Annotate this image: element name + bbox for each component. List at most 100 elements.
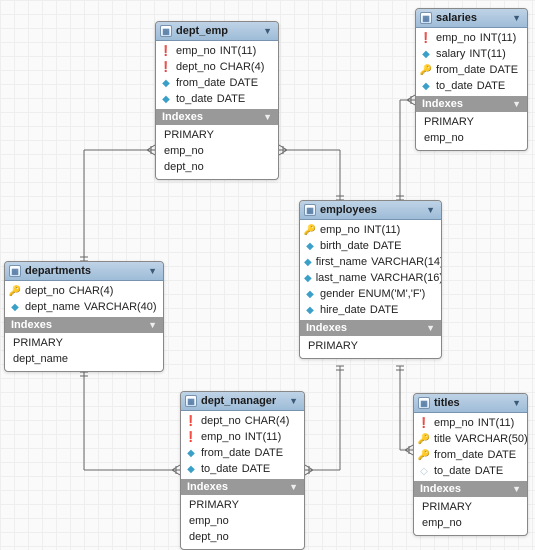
column-type-icon: ❗ — [420, 33, 432, 44]
column-name: from_date — [201, 447, 251, 459]
column-type-icon: ◆ — [304, 257, 312, 268]
column-name: emp_no — [320, 224, 360, 236]
indexes-list: PRIMARY — [300, 336, 441, 358]
indexes-list: PRIMARYemp_no — [416, 112, 527, 150]
column-row[interactable]: 🔑title VARCHAR(50) — [414, 431, 527, 447]
column-type-icon: ◆ — [9, 302, 21, 313]
indexes-header[interactable]: Indexes▼ — [156, 109, 278, 125]
index-name: PRIMARY — [308, 340, 358, 352]
column-type-icon: ◆ — [304, 305, 316, 316]
column-row[interactable]: ◆to_date DATE — [416, 78, 527, 94]
column-row[interactable]: ◆first_name VARCHAR(14) — [300, 254, 441, 270]
entity-titlebar[interactable]: ▦salaries▼ — [416, 9, 527, 28]
index-row[interactable]: PRIMARY — [416, 114, 527, 130]
entity-titlebar[interactable]: ▦dept_emp▼ — [156, 22, 278, 41]
column-type: DATE — [488, 449, 517, 461]
column-name: dept_no — [176, 61, 216, 73]
indexes-label: Indexes — [162, 111, 203, 123]
column-row[interactable]: ❗emp_no INT(11) — [416, 30, 527, 46]
column-row[interactable]: ◆to_date DATE — [156, 91, 278, 107]
column-type-icon: ◆ — [160, 94, 172, 105]
entity-titlebar[interactable]: ▦departments▼ — [5, 262, 163, 281]
index-row[interactable]: emp_no — [156, 143, 278, 159]
entity-titlebar[interactable]: ▦titles▼ — [414, 394, 527, 413]
index-name: emp_no — [164, 145, 204, 157]
entity-salaries[interactable]: ▦salaries▼ ❗ emp_no INT(11)◆salary INT(11)… — [415, 8, 528, 151]
column-type: VARCHAR(40) — [84, 301, 157, 313]
entity-title: dept_manager — [201, 395, 276, 407]
table-icon: ▦ — [304, 204, 316, 216]
column-row[interactable]: ❗emp_no INT(11) — [181, 429, 304, 445]
indexes-header[interactable]: Indexes▼ — [416, 96, 527, 112]
column-row[interactable]: ❗emp_no INT(11) — [414, 415, 527, 431]
entity-titlebar[interactable]: ▦employees▼ — [300, 201, 441, 220]
column-type: DATE — [475, 465, 504, 477]
index-row[interactable]: emp_no — [416, 130, 527, 146]
column-row[interactable]: ◆from_date DATE — [156, 75, 278, 91]
entity-titles[interactable]: ▦titles▼ ❗emp_no INT(11)🔑title VARCHAR(50… — [413, 393, 528, 536]
column-row[interactable]: ❗dept_no CHAR(4) — [181, 413, 304, 429]
column-row[interactable]: ❗dept_no CHAR(4) — [156, 59, 278, 75]
indexes-header[interactable]: Indexes▼ — [181, 479, 304, 495]
column-row[interactable]: 🔑dept_no CHAR(4) — [5, 283, 163, 299]
column-row[interactable]: ◆gender ENUM('M','F') — [300, 286, 441, 302]
column-name: to_date — [434, 465, 471, 477]
entity-titlebar[interactable]: ▦dept_manager▼ — [181, 392, 304, 411]
column-type-icon: ◇ — [418, 466, 430, 477]
index-row[interactable]: dept_name — [5, 351, 163, 367]
column-row[interactable]: 🔑from_date DATE — [416, 62, 527, 78]
column-type: DATE — [217, 93, 246, 105]
entity-dept_manager[interactable]: ▦dept_manager▼ ❗dept_no CHAR(4)❗emp_no IN… — [180, 391, 305, 550]
column-type-icon: ◆ — [304, 241, 316, 252]
index-row[interactable]: PRIMARY — [5, 335, 163, 351]
column-row[interactable]: ◇ to_date DATE — [414, 463, 527, 479]
entity-employees[interactable]: ▦employees▼🔑emp_no INT(11)◆birth_date DA… — [299, 200, 442, 359]
column-type: DATE — [477, 80, 506, 92]
column-row[interactable]: ◆ dept_name VARCHAR(40) — [5, 299, 163, 315]
entity-departments[interactable]: ▦departments▼ 🔑dept_no CHAR(4)◆ dept_name … — [4, 261, 164, 372]
indexes-header[interactable]: Indexes▼ — [5, 317, 163, 333]
column-type-icon: 🔑 — [304, 225, 316, 236]
column-type-icon: 🔑 — [9, 286, 21, 297]
column-name: emp_no — [436, 32, 476, 44]
column-name: dept_name — [25, 301, 80, 313]
column-type-icon: 🔑 — [418, 434, 430, 445]
column-type-icon: 🔑 — [420, 65, 432, 76]
column-row[interactable]: ◆birth_date DATE — [300, 238, 441, 254]
entity-title: titles — [434, 397, 460, 409]
index-row[interactable]: emp_no — [414, 515, 527, 531]
index-row[interactable]: PRIMARY — [181, 497, 304, 513]
index-row[interactable]: PRIMARY — [300, 338, 441, 354]
index-row[interactable]: dept_no — [156, 159, 278, 175]
column-row[interactable]: ◆to_date DATE — [181, 461, 304, 477]
column-type: DATE — [373, 240, 402, 252]
column-row[interactable]: ◆from_date DATE — [181, 445, 304, 461]
chevron-down-icon: ▼ — [289, 482, 298, 492]
entity-dept_emp[interactable]: ▦dept_emp▼❗emp_no INT(11)❗dept_no CHAR(4… — [155, 21, 279, 180]
index-name: PRIMARY — [422, 501, 472, 513]
column-name: hire_date — [320, 304, 366, 316]
index-row[interactable]: PRIMARY — [414, 499, 527, 515]
column-type: DATE — [490, 64, 519, 76]
column-row[interactable]: ◆last_name VARCHAR(16) — [300, 270, 441, 286]
column-row[interactable]: 🔑from_date DATE — [414, 447, 527, 463]
chevron-down-icon: ▼ — [512, 99, 521, 109]
column-row[interactable]: ◆hire_date DATE — [300, 302, 441, 318]
column-row[interactable]: 🔑 emp_no INT(11) — [300, 222, 441, 238]
column-name: dept_no — [201, 415, 241, 427]
index-name: dept_name — [13, 353, 68, 365]
entity-title: employees — [320, 204, 377, 216]
indexes-header[interactable]: Indexes▼ — [300, 320, 441, 336]
column-type-icon: ◆ — [420, 81, 432, 92]
index-row[interactable]: dept_no — [181, 529, 304, 545]
index-name: emp_no — [422, 517, 462, 529]
indexes-header[interactable]: Indexes▼ — [414, 481, 527, 497]
column-row[interactable]: ❗emp_no INT(11) — [156, 43, 278, 59]
column-row[interactable]: ◆salary INT(11) — [416, 46, 527, 62]
column-type: INT(11) — [469, 48, 505, 60]
column-type-icon: ❗ — [160, 62, 172, 73]
index-row[interactable]: emp_no — [181, 513, 304, 529]
column-name: emp_no — [176, 45, 216, 57]
index-row[interactable]: PRIMARY — [156, 127, 278, 143]
column-type: INT(11) — [364, 224, 400, 236]
